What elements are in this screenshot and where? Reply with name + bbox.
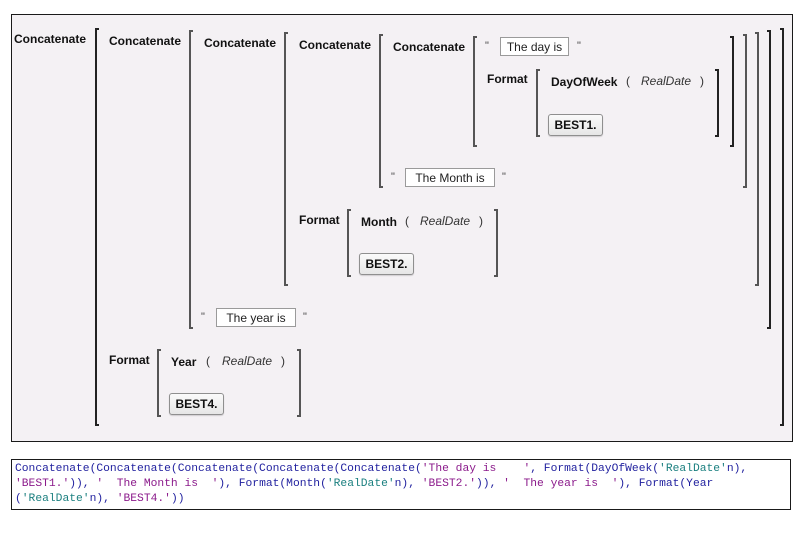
concatenate-label-level4[interactable]: Concatenate (299, 38, 371, 52)
argument-realdate[interactable]: RealDate (641, 74, 691, 88)
bracket-close-level2 (767, 30, 771, 329)
code-line: Concatenate(Concatenate(Concatenate(Conc… (15, 463, 748, 475)
quote-open: " (201, 311, 205, 323)
bracket-close-level5 (730, 36, 734, 147)
concatenate-label-level1[interactable]: Concatenate (14, 32, 86, 46)
quote-close: " (502, 171, 506, 183)
format-button-best4[interactable]: BEST4. (169, 393, 224, 415)
format-label-year[interactable]: Format (109, 353, 150, 367)
bracket-close-level3 (755, 32, 759, 286)
close-paren: ) (479, 214, 483, 228)
concatenate-label-level5[interactable]: Concatenate (393, 40, 465, 54)
quote-close: " (577, 40, 581, 52)
bracket-open-level3 (284, 32, 288, 286)
format-button-best1[interactable]: BEST1. (548, 114, 603, 136)
bracket-open-format-dayofweek (536, 69, 540, 137)
function-year[interactable]: Year (171, 355, 196, 369)
bracket-close-level1 (780, 28, 784, 426)
string-literal-the-year-is[interactable]: The year is (216, 308, 296, 327)
open-paren: ( (626, 74, 630, 88)
string-literal-the-day-is[interactable]: The day is (500, 37, 569, 56)
code-line: ('RealDate'n), 'BEST4.')) (15, 493, 185, 505)
quote-close: " (303, 311, 307, 323)
open-paren: ( (206, 354, 210, 368)
quote-open: " (485, 40, 489, 52)
bracket-open-format-month (347, 209, 351, 277)
concatenate-label-level2[interactable]: Concatenate (109, 34, 181, 48)
close-paren: ) (700, 74, 704, 88)
format-label-month[interactable]: Format (299, 213, 340, 227)
string-literal-the-month-is[interactable]: The Month is (405, 168, 495, 187)
argument-realdate[interactable]: RealDate (420, 214, 470, 228)
argument-realdate[interactable]: RealDate (222, 354, 272, 368)
format-button-best2[interactable]: BEST2. (359, 253, 414, 275)
bracket-close-format-year (297, 349, 301, 417)
function-month[interactable]: Month (361, 215, 397, 229)
function-dayofweek[interactable]: DayOfWeek (551, 75, 617, 89)
open-paren: ( (405, 214, 409, 228)
bracket-close-level4 (743, 34, 747, 188)
format-label-dayofweek[interactable]: Format (487, 72, 528, 86)
bracket-close-format-dayofweek (715, 69, 719, 137)
close-paren: ) (281, 354, 285, 368)
bracket-open-level4 (379, 34, 383, 188)
bracket-open-level2 (189, 30, 193, 329)
bracket-close-format-month (494, 209, 498, 277)
concatenate-label-level3[interactable]: Concatenate (204, 36, 276, 50)
bracket-open-format-year (157, 349, 161, 417)
quote-open: " (391, 171, 395, 183)
bracket-open-level5 (473, 36, 477, 147)
bracket-open-level1 (95, 28, 99, 426)
code-line: 'BEST1.')), ' The Month is '), Format(Mo… (15, 478, 714, 490)
code-view[interactable]: Concatenate(Concatenate(Concatenate(Conc… (11, 459, 791, 510)
